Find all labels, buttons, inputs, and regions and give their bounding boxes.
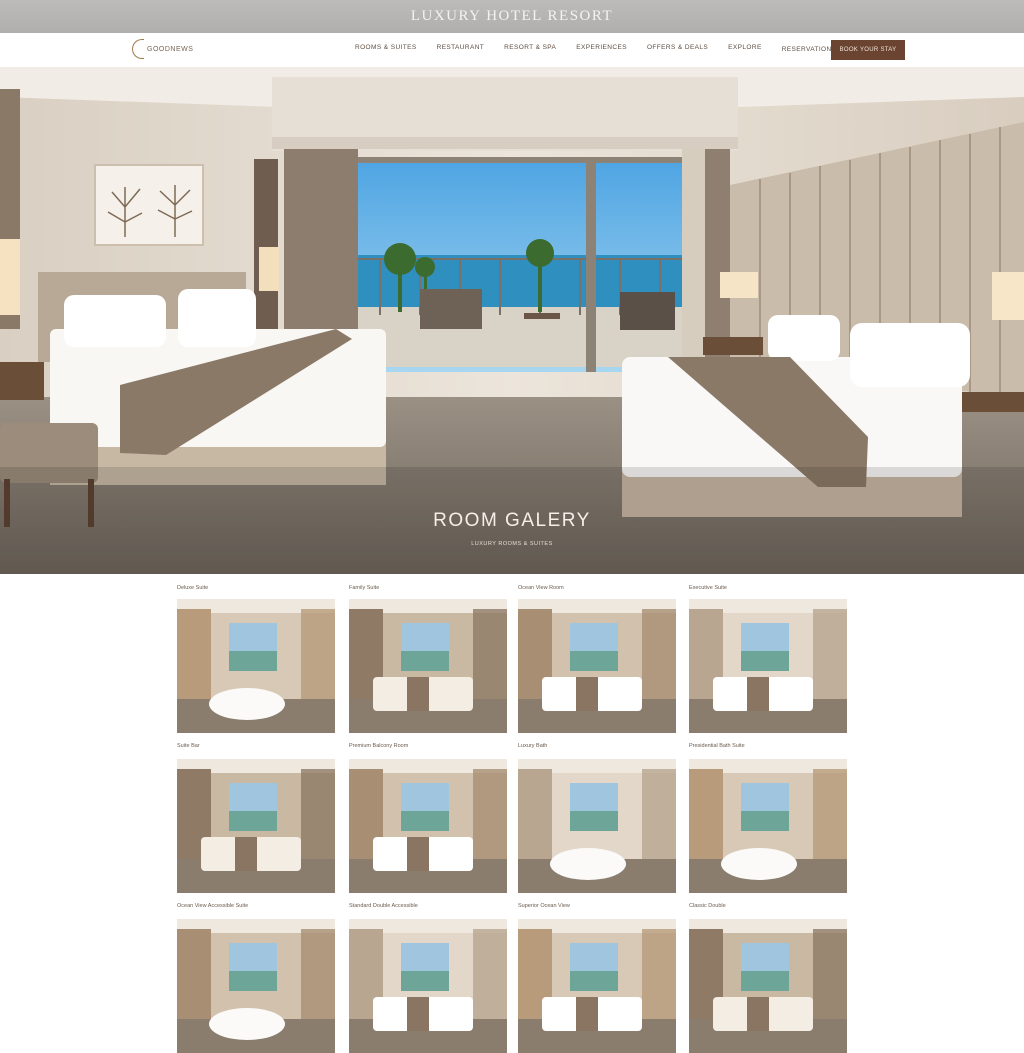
window-title: LUXURY HOTEL RESORT <box>410 8 614 24</box>
gallery-caption: Luxury Bath <box>518 743 548 749</box>
gallery-caption: Premium Balcony Room <box>349 743 409 749</box>
gallery-room-thumbnail[interactable] <box>689 599 847 733</box>
nav-link-rooms[interactable]: ROOMS & SUITES <box>355 44 417 53</box>
room-gallery: Deluxe Suite Family Suite Ocean View Room E… <box>0 574 1024 1053</box>
hero-room-image <box>0 67 1024 574</box>
gallery-room-thumbnail[interactable] <box>689 919 847 1053</box>
gallery-caption: Suite Bar <box>177 743 200 749</box>
gallery-room-thumbnail[interactable] <box>177 599 335 733</box>
gallery-caption: Executive Suite <box>689 585 727 591</box>
nav-link-restaurant[interactable]: RESTAURANT <box>437 44 485 53</box>
gallery-room-thumbnail[interactable] <box>689 759 847 893</box>
nav-link-experiences[interactable]: EXPERIENCES <box>576 44 627 53</box>
title-bar: LUXURY HOTEL RESORT <box>0 0 1024 33</box>
nav-links: ROOMS & SUITES RESTAURANT RESORT & SPA E… <box>355 44 862 53</box>
gallery-caption: Standard Double Accessible <box>349 903 418 909</box>
gallery-caption: Ocean View Room <box>518 585 564 591</box>
hero-subtitle: LUXURY ROOMS & SUITES <box>471 541 553 547</box>
gallery-caption: Ocean View Accessible Suite <box>177 903 249 909</box>
gallery-room-thumbnail[interactable] <box>518 599 676 733</box>
gallery-room-thumbnail[interactable] <box>518 759 676 893</box>
nav-link-explore[interactable]: EXPLORE <box>728 44 762 53</box>
navigation-bar: GOODNEWS ROOMS & SUITES RESTAURANT RESOR… <box>0 33 1024 68</box>
book-button[interactable]: BOOK YOUR STAY <box>831 40 905 60</box>
gallery-room-thumbnail[interactable] <box>177 919 335 1053</box>
hero-banner: ROOM GALERY LUXURY ROOMS & SUITES <box>0 67 1024 574</box>
gallery-caption: Presidential Bath Suite <box>689 743 745 749</box>
nav-link-offers[interactable]: OFFERS & DEALS <box>647 44 708 53</box>
gallery-room-thumbnail[interactable] <box>177 759 335 893</box>
gallery-room-thumbnail[interactable] <box>349 599 507 733</box>
gallery-caption: Classic Double <box>689 903 726 909</box>
gallery-caption: Family Suite <box>349 585 380 591</box>
gallery-caption: Deluxe Suite <box>177 585 209 591</box>
logo-icon <box>132 39 144 59</box>
gallery-room-thumbnail[interactable] <box>518 919 676 1053</box>
logo-text: GOODNEWS <box>147 45 194 53</box>
gallery-caption: Superior Ocean View <box>518 903 570 909</box>
gallery-room-thumbnail[interactable] <box>349 919 507 1053</box>
hero-title: ROOM GALERY <box>433 510 591 531</box>
logo[interactable]: GOODNEWS <box>132 39 193 59</box>
gallery-room-thumbnail[interactable] <box>349 759 507 893</box>
nav-link-resort-spa[interactable]: RESORT & SPA <box>504 44 556 53</box>
